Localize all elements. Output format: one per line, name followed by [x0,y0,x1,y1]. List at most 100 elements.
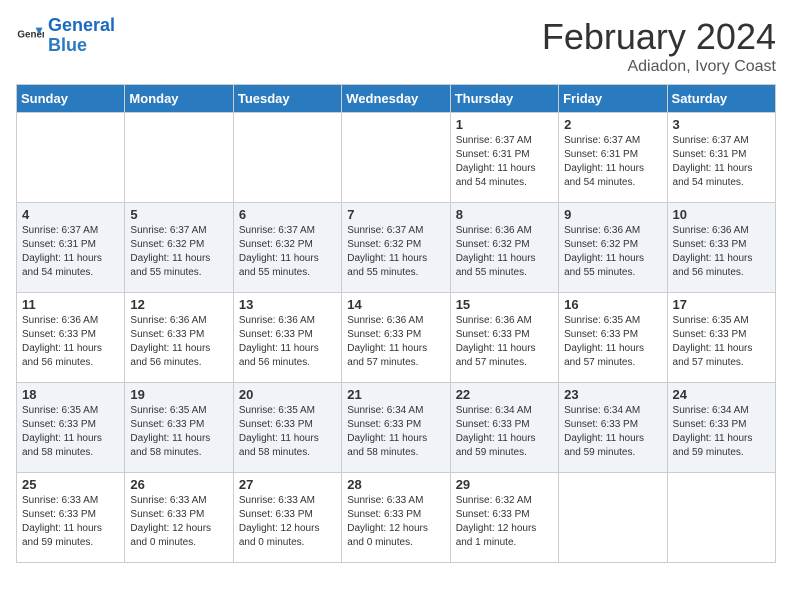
day-info: Sunrise: 6:37 AM Sunset: 6:31 PM Dayligh… [456,134,553,190]
calendar-cell [125,113,233,203]
calendar-cell: 3Sunrise: 6:37 AM Sunset: 6:31 PM Daylig… [667,113,775,203]
calendar-cell: 14 Sunrise: 6:36 AM Sunset: 6:33 PM Dayli… [342,293,450,383]
calendar-cell: 9 Sunrise: 6:36 AM Sunset: 6:32 PM Daylig… [559,203,667,293]
calendar-cell: 8 Sunrise: 6:36 AM Sunset: 6:32 PM Daylig… [450,203,558,293]
day-info: Sunrise: 6:36 AM Sunset: 6:32 PM Dayligh… [456,224,553,280]
calendar-cell: 18 Sunrise: 6:35 AM Sunset: 6:33 PM Dayli… [17,383,125,473]
day-info: Sunrise: 6:35 AM Sunset: 6:33 PM Dayligh… [239,404,336,460]
day-number: 4 [22,207,119,222]
calendar-cell [233,113,341,203]
logo-icon: General [16,22,44,50]
day-number: 10 [673,207,770,222]
day-info: Sunrise: 6:37 AM Sunset: 6:31 PM Dayligh… [564,134,661,190]
calendar-cell: 25 Sunrise: 6:33 AM Sunset: 6:33 PM Dayli… [17,473,125,563]
day-info: Sunrise: 6:34 AM Sunset: 6:33 PM Dayligh… [673,404,770,460]
day-number: 2 [564,117,661,132]
calendar-header: Sunday Monday Tuesday Wednesday Thursday… [17,85,776,113]
day-number: 5 [130,207,227,222]
calendar-cell: 11Sunrise: 6:36 AM Sunset: 6:33 PM Dayli… [17,293,125,383]
day-number: 22 [456,387,553,402]
calendar-cell: 29 Sunrise: 6:32 AM Sunset: 6:33 PM Dayli… [450,473,558,563]
calendar-cell: 4 Sunrise: 6:37 AM Sunset: 6:31 PM Daylig… [17,203,125,293]
calendar-cell [559,473,667,563]
day-info: Sunrise: 6:36 AM Sunset: 6:33 PM Dayligh… [239,314,336,370]
calendar-cell: 16 Sunrise: 6:35 AM Sunset: 6:33 PM Dayli… [559,293,667,383]
day-number: 23 [564,387,661,402]
calendar-cell: 6 Sunrise: 6:37 AM Sunset: 6:32 PM Daylig… [233,203,341,293]
day-number: 16 [564,297,661,312]
day-number: 18 [22,387,119,402]
day-number: 20 [239,387,336,402]
logo-text: General Blue [48,16,115,56]
calendar-body: 1 Sunrise: 6:37 AM Sunset: 6:31 PM Daylig… [17,113,776,563]
logo-general: General [48,15,115,35]
day-number: 17 [673,297,770,312]
calendar-cell: 5 Sunrise: 6:37 AM Sunset: 6:32 PM Daylig… [125,203,233,293]
day-info: Sunrise: 6:33 AM Sunset: 6:33 PM Dayligh… [347,494,444,550]
calendar-cell: 15 Sunrise: 6:36 AM Sunset: 6:33 PM Dayli… [450,293,558,383]
day-number: 13 [239,297,336,312]
day-info: Sunrise: 6:37 AM Sunset: 6:32 PM Dayligh… [239,224,336,280]
day-info: Sunrise: 6:35 AM Sunset: 6:33 PM Dayligh… [22,404,119,460]
day-info: Sunrise: 6:35 AM Sunset: 6:33 PM Dayligh… [564,314,661,370]
day-number: 3 [673,117,770,132]
header-monday: Monday [125,85,233,113]
week-row-1: 1 Sunrise: 6:37 AM Sunset: 6:31 PM Daylig… [17,113,776,203]
header-wednesday: Wednesday [342,85,450,113]
calendar-cell: 26 Sunrise: 6:33 AM Sunset: 6:33 PM Dayli… [125,473,233,563]
calendar-cell: 22 Sunrise: 6:34 AM Sunset: 6:33 PM Dayli… [450,383,558,473]
day-number: 12 [130,297,227,312]
day-number: 14 [347,297,444,312]
calendar-cell: 21Sunrise: 6:34 AM Sunset: 6:33 PM Dayli… [342,383,450,473]
day-info: Sunrise: 6:33 AM Sunset: 6:33 PM Dayligh… [22,494,119,550]
week-row-2: 4 Sunrise: 6:37 AM Sunset: 6:31 PM Daylig… [17,203,776,293]
calendar-cell: 1 Sunrise: 6:37 AM Sunset: 6:31 PM Daylig… [450,113,558,203]
day-number: 9 [564,207,661,222]
calendar-cell: 20 Sunrise: 6:35 AM Sunset: 6:33 PM Dayli… [233,383,341,473]
day-info: Sunrise: 6:36 AM Sunset: 6:33 PM Dayligh… [347,314,444,370]
day-info: Sunrise: 6:33 AM Sunset: 6:33 PM Dayligh… [130,494,227,550]
day-number: 6 [239,207,336,222]
header-friday: Friday [559,85,667,113]
day-number: 29 [456,477,553,492]
logo-blue: Blue [48,35,87,55]
day-info: Sunrise: 6:37 AM Sunset: 6:31 PM Dayligh… [22,224,119,280]
calendar-cell: 17Sunrise: 6:35 AM Sunset: 6:33 PM Dayli… [667,293,775,383]
day-info: Sunrise: 6:36 AM Sunset: 6:33 PM Dayligh… [673,224,770,280]
calendar-cell: 10 Sunrise: 6:36 AM Sunset: 6:33 PM Dayli… [667,203,775,293]
calendar-cell [342,113,450,203]
day-info: Sunrise: 6:35 AM Sunset: 6:33 PM Dayligh… [130,404,227,460]
day-info: Sunrise: 6:34 AM Sunset: 6:33 PM Dayligh… [456,404,553,460]
day-info: Sunrise: 6:36 AM Sunset: 6:33 PM Dayligh… [130,314,227,370]
calendar-cell: 2 Sunrise: 6:37 AM Sunset: 6:31 PM Daylig… [559,113,667,203]
location: Adiadon, Ivory Coast [542,58,776,76]
week-row-5: 25 Sunrise: 6:33 AM Sunset: 6:33 PM Dayli… [17,473,776,563]
day-number: 21 [347,387,444,402]
calendar-cell: 12 Sunrise: 6:36 AM Sunset: 6:33 PM Dayli… [125,293,233,383]
header-saturday: Saturday [667,85,775,113]
day-info: Sunrise: 6:32 AM Sunset: 6:33 PM Dayligh… [456,494,553,550]
logo: General General Blue [16,16,115,56]
calendar-cell: 23 Sunrise: 6:34 AM Sunset: 6:33 PM Dayli… [559,383,667,473]
day-number: 25 [22,477,119,492]
day-info: Sunrise: 6:36 AM Sunset: 6:33 PM Dayligh… [456,314,553,370]
week-row-4: 18 Sunrise: 6:35 AM Sunset: 6:33 PM Dayli… [17,383,776,473]
day-number: 15 [456,297,553,312]
day-number: 24 [673,387,770,402]
calendar-cell: 28Sunrise: 6:33 AM Sunset: 6:33 PM Dayli… [342,473,450,563]
header-thursday: Thursday [450,85,558,113]
day-number: 1 [456,117,553,132]
calendar-cell: 27Sunrise: 6:33 AM Sunset: 6:33 PM Dayli… [233,473,341,563]
day-info: Sunrise: 6:37 AM Sunset: 6:32 PM Dayligh… [130,224,227,280]
day-info: Sunrise: 6:34 AM Sunset: 6:33 PM Dayligh… [564,404,661,460]
day-info: Sunrise: 6:36 AM Sunset: 6:32 PM Dayligh… [564,224,661,280]
title-block: February 2024 Adiadon, Ivory Coast [542,16,776,76]
day-number: 8 [456,207,553,222]
calendar-cell [667,473,775,563]
calendar-cell [17,113,125,203]
day-number: 26 [130,477,227,492]
month-year: February 2024 [542,16,776,58]
day-number: 11 [22,297,119,312]
calendar-cell: 24 Sunrise: 6:34 AM Sunset: 6:33 PM Dayli… [667,383,775,473]
day-number: 7 [347,207,444,222]
